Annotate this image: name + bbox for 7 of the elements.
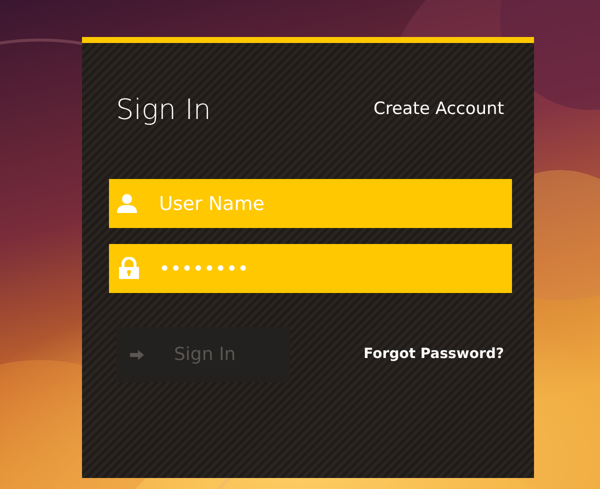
create-account-link[interactable]: Create Account [373, 97, 512, 123]
user-icon [117, 193, 137, 213]
username-field[interactable]: User Name [109, 179, 512, 228]
forgot-password-link[interactable]: Forgot Password? [364, 344, 512, 365]
sign-in-title: Sign In [116, 92, 212, 128]
arrow-icon [130, 350, 144, 360]
lock-icon [119, 257, 139, 279]
